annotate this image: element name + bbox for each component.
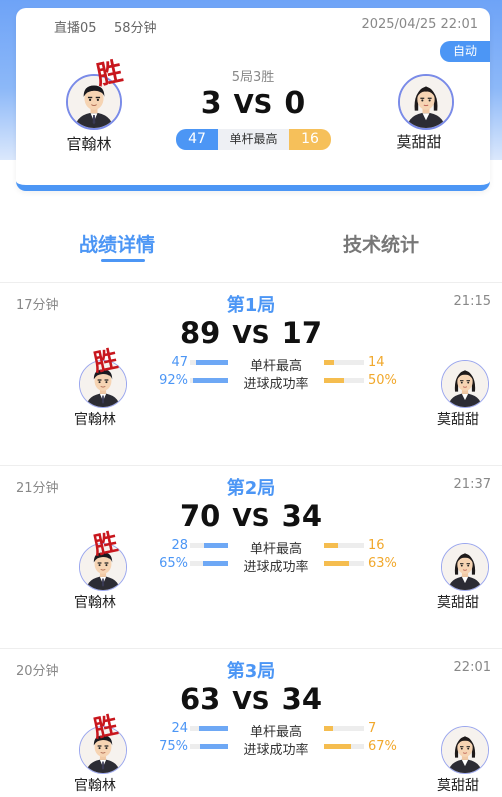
score-left: 3 [200,86,222,121]
stat-right-bar [324,726,334,731]
vs-label: VS [233,90,273,120]
best-break-left: 47 [176,129,218,150]
stat-label: 单杆最高 [249,359,302,374]
stat-row: 28 单杆最高 16 [150,538,400,557]
match-score: 3 VS 0 [16,86,490,121]
stat-right-bar [324,360,334,365]
player-left-name: 官翰林 [66,135,112,153]
player-right-avatar[interactable] [441,543,489,591]
auto-badge[interactable]: 自动 [440,41,490,62]
stat-left-track [190,744,228,749]
match-datetime: 2025/04/25 22:01 [361,17,478,32]
stat-right-value: 14 [368,355,385,370]
stat-right-track [324,378,364,383]
stat-right-track [324,744,364,749]
player-right-avatar[interactable] [441,726,489,774]
game-score-right: 17 [281,316,323,350]
game-section: 20分钟 22:01 第3局 63 VS 34 胜官翰林 莫甜甜 24 单杆最高 7 75% 进球成功率… [0,649,502,797]
stat-right-bar [324,543,339,548]
stat-left-bar [203,561,228,566]
player-right-name: 莫甜甜 [437,412,479,428]
stat-left-track [190,543,228,548]
stat-right-bar [324,378,344,383]
active-tab-indicator [101,259,145,262]
stat-left-value: 65% [159,556,188,571]
stat-left-bar [193,378,228,383]
tab-technical-stats[interactable]: 技术统计 [343,230,419,257]
player-right-avatar[interactable] [441,360,489,408]
female-player-avatar-icon [442,727,488,773]
match-summary-card: 直播05 58分钟 2025/04/25 22:01 自动 胜 官翰林 莫甜甜 … [16,8,490,191]
score-right: 0 [284,86,306,121]
stat-row: 24 单杆最高 7 [150,721,400,740]
vs-label: VS [232,320,270,349]
stat-right-bar [324,744,351,749]
stat-row: 47 单杆最高 14 [150,355,400,374]
stat-label: 进球成功率 [243,377,309,392]
female-player-avatar-icon [442,361,488,407]
stat-right-value: 67% [368,739,397,754]
stat-left-track [190,561,228,566]
stat-left-bar [198,726,228,731]
player-right-name: 莫甜甜 [396,133,442,151]
stat-row: 65% 进球成功率 63% [150,556,400,575]
match-format: 5局3胜 [231,70,275,85]
best-break-bar: 47 单杆最高 16 [176,129,331,150]
player-right-name: 莫甜甜 [437,595,479,611]
game-score-right: 34 [281,682,323,716]
player-left-name: 官翰林 [74,595,116,611]
stat-row: 75% 进球成功率 67% [150,739,400,758]
vs-label: VS [232,686,270,715]
stat-right-value: 50% [368,373,397,388]
stat-right-track [324,543,364,548]
game-section: 21分钟 21:37 第2局 70 VS 34 胜官翰林 莫甜甜 28 单杆最高 16 65% 进球成功… [0,466,502,649]
stat-left-track [190,360,228,365]
game-title: 第1局 [226,295,276,316]
stat-right-track [324,360,364,365]
stat-right-value: 16 [368,538,385,553]
stat-left-value: 28 [171,538,188,553]
best-break-right: 16 [289,129,331,150]
stat-label: 进球成功率 [243,743,309,758]
vs-label: VS [232,503,270,532]
game-section: 17分钟 21:15 第1局 89 VS 17 胜官翰林 莫甜甜 47 单杆最高 14 92% 进球成功… [0,283,502,466]
stat-right-track [324,726,364,731]
stat-right-value: 63% [368,556,397,571]
stat-left-value: 47 [171,355,188,370]
game-score: 89 VS 17 [0,316,502,350]
game-score-right: 34 [281,499,323,533]
game-score: 63 VS 34 [0,682,502,716]
stat-label: 单杆最高 [249,725,302,740]
stat-row: 92% 进球成功率 50% [150,373,400,392]
player-right-name: 莫甜甜 [437,778,479,794]
stat-left-bar [195,360,228,365]
game-title: 第3局 [226,661,276,682]
tab-bar: 战绩详情 技术统计 [0,230,502,262]
game-score-left: 70 [179,499,221,533]
stat-left-value: 75% [159,739,188,754]
stat-right-bar [324,561,350,566]
tab-match-details[interactable]: 战绩详情 [79,230,155,257]
stat-left-bar [203,543,228,548]
stat-left-track [190,378,228,383]
match-duration: 58分钟 [114,21,157,36]
room-label: 直播05 [54,21,97,36]
best-break-label: 单杆最高 [218,129,289,150]
player-left-name: 官翰林 [74,778,116,794]
stat-label: 进球成功率 [243,560,309,575]
stat-label: 单杆最高 [249,542,302,557]
game-score: 70 VS 34 [0,499,502,533]
stat-right-track [324,561,364,566]
stat-left-value: 24 [171,721,188,736]
female-player-avatar-icon [442,544,488,590]
stat-right-value: 7 [368,721,377,736]
player-left-name: 官翰林 [74,412,116,428]
game-score-left: 63 [179,682,221,716]
game-score-left: 89 [179,316,221,350]
stat-left-track [190,726,228,731]
stat-left-bar [199,744,228,749]
stat-left-value: 92% [159,373,188,388]
game-title: 第2局 [226,478,276,499]
